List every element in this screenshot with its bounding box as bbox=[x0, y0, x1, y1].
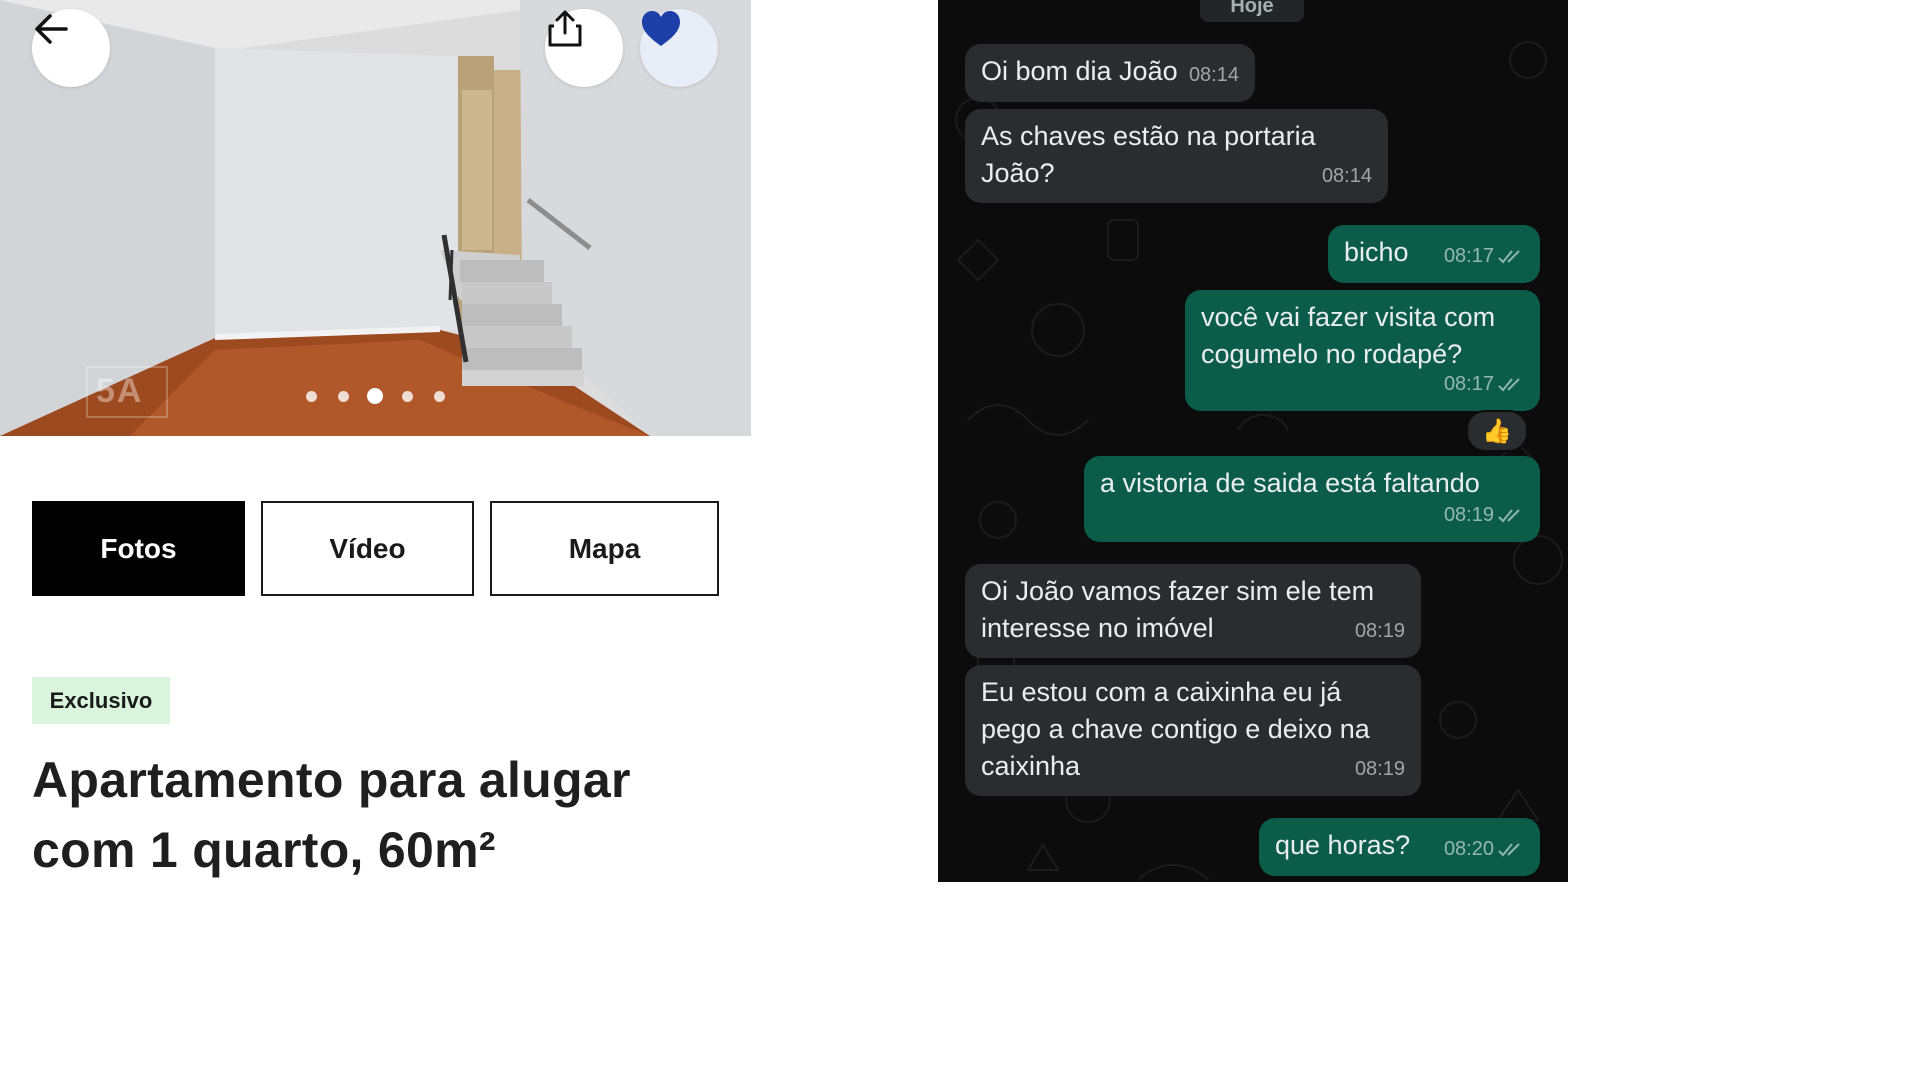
share-button[interactable] bbox=[545, 9, 623, 87]
double-check-icon bbox=[1498, 842, 1520, 856]
message-text-line2: pego a chave contigo e deixo na bbox=[981, 714, 1370, 744]
message-incoming[interactable]: As chaves estão na portaria João? 08:14 bbox=[965, 109, 1388, 203]
listing-title-line1: Apartamento para alugar bbox=[32, 752, 631, 808]
double-check-icon bbox=[1498, 377, 1520, 391]
message-time: 08:14 bbox=[1188, 64, 1239, 86]
carousel-dot-active[interactable] bbox=[367, 388, 383, 404]
message-outgoing[interactable]: você vai fazer visita com cogumelo no ro… bbox=[1185, 290, 1540, 411]
carousel-dot[interactable] bbox=[338, 391, 349, 402]
message-text-line1: Eu estou com a caixinha eu já bbox=[981, 677, 1342, 707]
date-separator: Hoje bbox=[1200, 0, 1304, 22]
thumbs-up-reaction-icon[interactable]: 👍 bbox=[1466, 410, 1528, 452]
listing-photo[interactable]: 5A bbox=[0, 0, 751, 436]
message-text-line2: João? bbox=[981, 158, 1055, 188]
message-text-line2: interesse no imóvel bbox=[981, 613, 1214, 643]
message-time: 08:17 bbox=[1443, 373, 1494, 395]
message-incoming[interactable]: Eu estou com a caixinha eu já pego a cha… bbox=[965, 665, 1421, 796]
message-outgoing[interactable]: que horas? 08:20 bbox=[1259, 818, 1540, 876]
message-meta: 08:20 bbox=[1444, 831, 1524, 868]
arrow-left-icon bbox=[35, 14, 68, 44]
message-meta: 08:19 bbox=[1444, 497, 1524, 534]
share-icon bbox=[548, 10, 582, 47]
message-meta: 08:17 bbox=[1444, 238, 1524, 275]
message-text-line1: Oi João vamos fazer sim ele tem bbox=[981, 576, 1375, 606]
listing-panel: 5A Fotos Vídeo Mapa Exclusivo Apartament… bbox=[0, 0, 938, 884]
double-check-icon bbox=[1498, 508, 1520, 522]
message-text-line1: As chaves estão na portaria bbox=[981, 121, 1316, 151]
favorite-button[interactable] bbox=[640, 9, 718, 87]
listing-title-line2: com 1 quarto, 60m² bbox=[32, 822, 496, 878]
message-time: 08:17 bbox=[1443, 245, 1494, 267]
exclusive-badge: Exclusivo bbox=[32, 677, 170, 724]
carousel-dot[interactable] bbox=[434, 391, 445, 402]
message-time: 08:20 bbox=[1443, 838, 1494, 860]
tab-fotos[interactable]: Fotos bbox=[32, 501, 245, 596]
message-outgoing[interactable]: a vistoria de saida está faltando 08:19 bbox=[1084, 456, 1540, 542]
chat-panel[interactable]: Hoje Oi bom dia João 08:14 As chaves est… bbox=[938, 0, 1568, 882]
watermark-logo: 5A bbox=[86, 366, 168, 418]
tab-video[interactable]: Vídeo bbox=[261, 501, 474, 596]
message-time: 08:14 bbox=[1321, 165, 1372, 187]
heart-icon bbox=[642, 11, 680, 46]
back-button[interactable] bbox=[32, 9, 110, 87]
message-text-line1: você vai fazer visita com bbox=[1201, 302, 1496, 332]
message-incoming[interactable]: Oi bom dia João 08:14 bbox=[965, 44, 1255, 102]
message-text-line3: caixinha bbox=[981, 751, 1081, 781]
listing-title: Apartamento para alugar com 1 quarto, 60… bbox=[32, 745, 732, 885]
double-check-icon bbox=[1498, 249, 1520, 263]
message-time: 08:19 bbox=[1443, 504, 1494, 526]
carousel-dot[interactable] bbox=[306, 391, 317, 402]
message-outgoing[interactable]: bicho 08:17 bbox=[1328, 225, 1540, 283]
carousel-dots bbox=[300, 386, 452, 406]
message-time: 08:19 bbox=[1354, 758, 1405, 780]
tab-mapa[interactable]: Mapa bbox=[490, 501, 719, 596]
carousel-dot[interactable] bbox=[402, 391, 413, 402]
message-meta: 08:17 bbox=[1444, 366, 1524, 403]
message-time: 08:19 bbox=[1354, 620, 1405, 642]
message-incoming[interactable]: Oi João vamos fazer sim ele tem interess… bbox=[965, 564, 1421, 658]
